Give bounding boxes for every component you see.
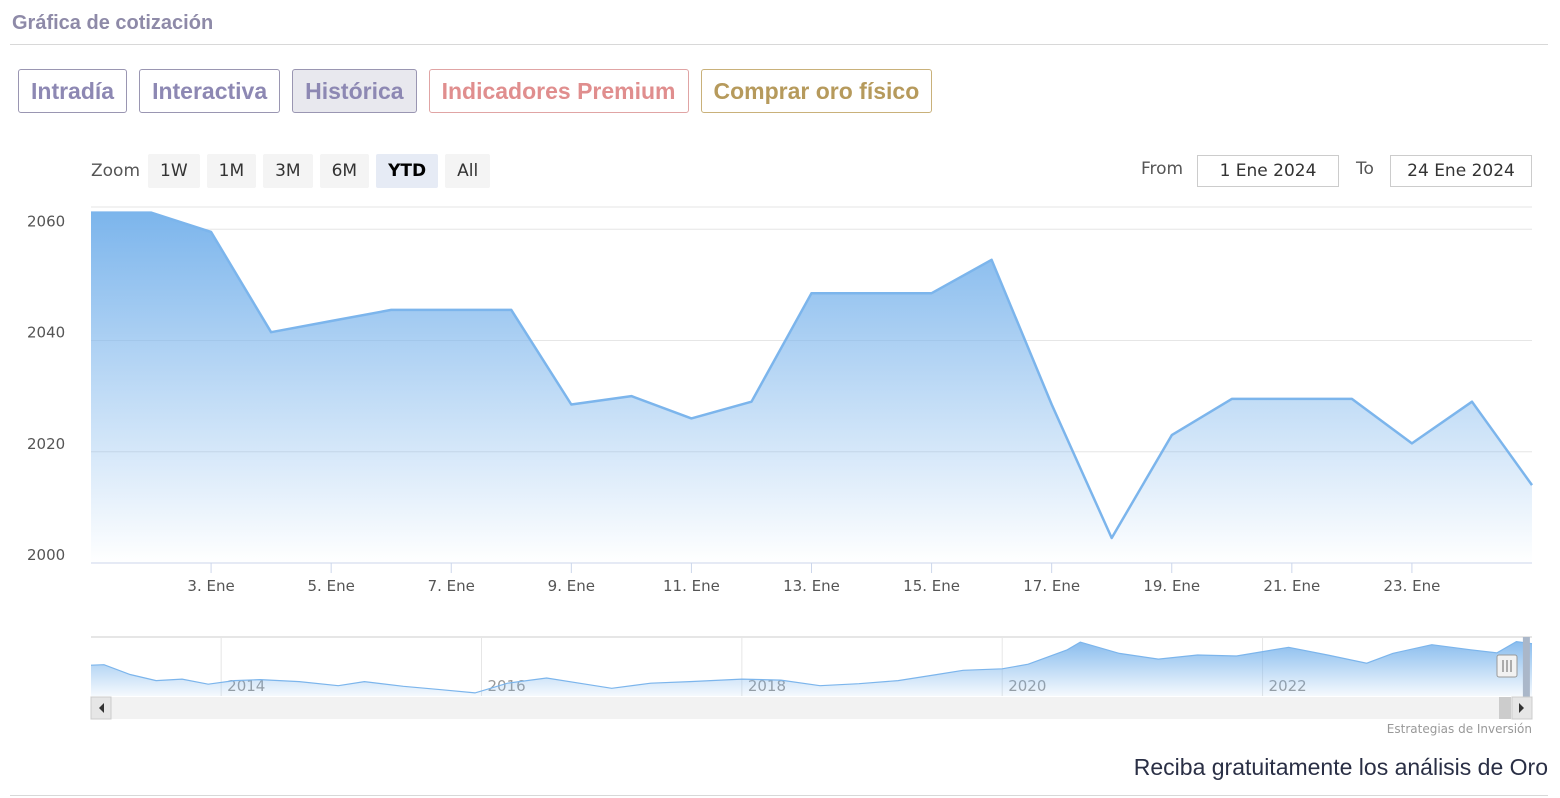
- x-tick-label: 13. Ene: [783, 577, 840, 595]
- navigator-mask: [1522, 637, 1530, 704]
- x-tick-label: 19. Ene: [1143, 577, 1200, 595]
- price-chart: 2000 2020 2040 2060 3. Ene 5. Ene 7. Ene 9. Ene…: [27, 206, 1534, 736]
- x-tick-label: 23. Ene: [1383, 577, 1440, 595]
- x-tick-label: 15. Ene: [903, 577, 960, 595]
- scrollbar-track: [91, 697, 1532, 719]
- y-tick-label: 2060: [27, 212, 65, 230]
- scroll-left-button[interactable]: [90, 696, 112, 720]
- scrollbar[interactable]: [91, 697, 1532, 719]
- x-tick-label: 21. Ene: [1263, 577, 1320, 595]
- subscribe-link[interactable]: Reciba gratuitamente los análisis de Oro: [1134, 754, 1548, 781]
- price-area-fill: [91, 212, 1532, 563]
- x-tick-label: 17. Ene: [1023, 577, 1080, 595]
- y-tick-label: 2040: [27, 324, 65, 342]
- scrollbar-thumb: [1499, 697, 1511, 719]
- x-tick-label: 11. Ene: [663, 577, 720, 595]
- x-tick-label: 3. Ene: [187, 577, 234, 595]
- x-tick-label: 7. Ene: [428, 577, 475, 595]
- chart-credit: Estrategias de Inversión: [1387, 722, 1532, 736]
- scroll-right-button[interactable]: [1511, 696, 1533, 720]
- x-tick-label: 5. Ene: [308, 577, 355, 595]
- bottom-divider: [10, 795, 1548, 796]
- y-tick-label: 2000: [27, 546, 65, 564]
- y-tick-label: 2020: [27, 435, 65, 453]
- navigator-handle[interactable]: [1496, 654, 1518, 678]
- x-tick-label: 9. Ene: [548, 577, 595, 595]
